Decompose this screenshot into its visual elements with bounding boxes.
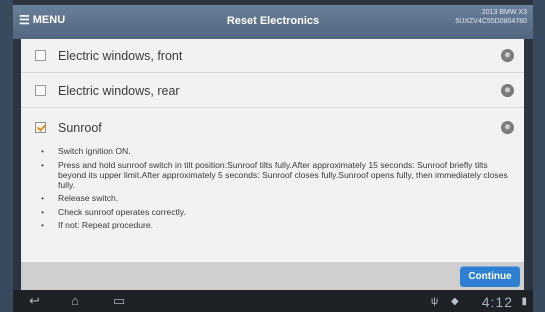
vehicle-info: 2013 BMW X3 5UXZV4C55D0804780 xyxy=(455,8,527,26)
info-icon[interactable] xyxy=(501,121,514,134)
procedure-step: Switch ignition ON. xyxy=(21,146,524,156)
content-panel: Electric windows, front Electric windows… xyxy=(21,39,524,264)
android-nav-bar: ↩ ⌂ ▭ ψ ◆ 4:12 ▮ xyxy=(13,290,533,312)
procedure-step: Press and hold sunroof switch in tilt po… xyxy=(21,160,524,190)
checkbox-windows-rear[interactable] xyxy=(35,85,46,96)
android-debug-icon: ◆ xyxy=(451,296,459,307)
status-clock: 4:12 xyxy=(481,294,513,310)
checkbox-sunroof[interactable] xyxy=(35,122,46,133)
option-label: Electric windows, rear xyxy=(58,83,180,98)
vehicle-vin: 5UXZV4C55D0804780 xyxy=(455,18,527,25)
option-row-windows-rear[interactable]: Electric windows, rear xyxy=(21,74,524,108)
procedure-step: Check sunroof operates correctly. xyxy=(21,207,524,217)
procedure-step: Release switch. xyxy=(21,193,524,203)
option-label: Electric windows, front xyxy=(58,48,183,63)
continue-button[interactable]: Continue xyxy=(460,266,520,287)
info-icon[interactable] xyxy=(501,84,514,97)
procedure-list: Switch ignition ON. Press and hold sunro… xyxy=(21,146,524,234)
battery-icon: ▮ xyxy=(521,296,527,307)
action-bar: Continue xyxy=(21,262,524,290)
option-row-sunroof[interactable]: Sunroof xyxy=(21,111,524,144)
option-row-windows-front[interactable]: Electric windows, front xyxy=(21,39,524,73)
recent-apps-icon[interactable]: ▭ xyxy=(113,294,125,307)
info-icon[interactable] xyxy=(501,49,514,62)
option-label: Sunroof xyxy=(58,120,102,135)
procedure-step: If not: Repeat procedure. xyxy=(21,220,524,230)
usb-icon: ψ xyxy=(431,296,439,307)
back-icon[interactable]: ↩ xyxy=(29,294,40,307)
home-icon[interactable]: ⌂ xyxy=(71,294,79,307)
checkbox-windows-front[interactable] xyxy=(35,50,46,61)
app-header: ☰ MENU Reset Electronics 2013 BMW X3 5UX… xyxy=(13,5,533,39)
vehicle-model: 2013 BMW X3 xyxy=(481,9,527,16)
